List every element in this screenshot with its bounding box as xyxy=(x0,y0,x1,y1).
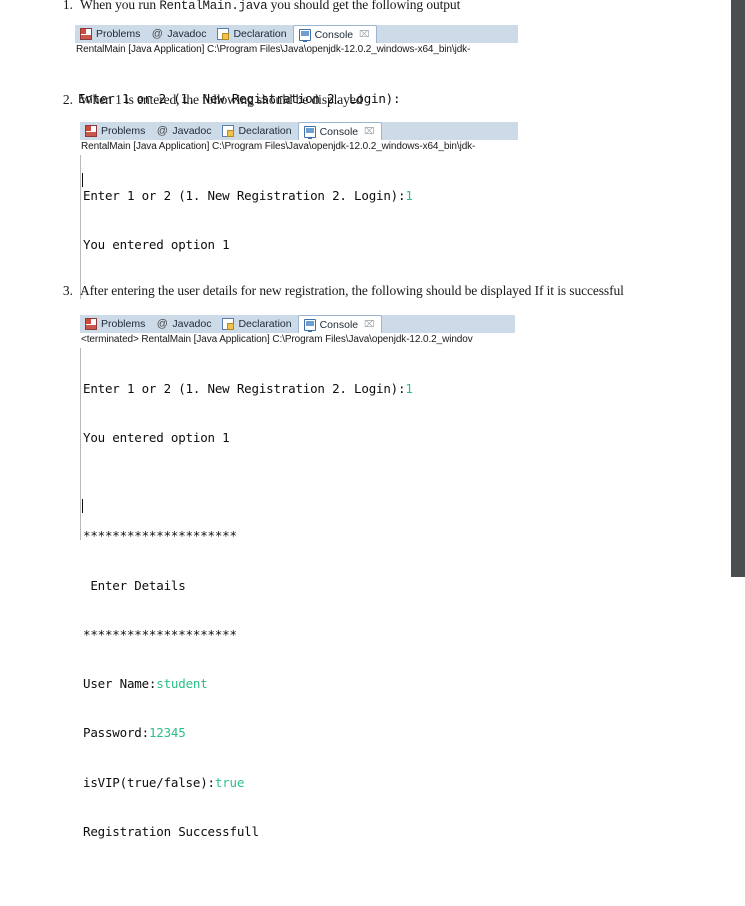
tab-problems-label: Problems xyxy=(101,125,146,137)
console-line: You entered option 1 xyxy=(83,237,518,253)
tab-console[interactable]: Console ⌧ xyxy=(292,25,377,43)
tabbar-filler xyxy=(382,315,516,333)
tab-declaration-label: Declaration xyxy=(233,28,287,40)
text-caret xyxy=(82,173,83,187)
close-icon[interactable]: ⌧ xyxy=(364,126,374,137)
console-line-input: 1 xyxy=(405,187,413,203)
console-line-input: true xyxy=(214,774,245,790)
console-line-input: student xyxy=(156,676,208,692)
console-line-text: Enter 1 or 2 (1. New Registration 2. Log… xyxy=(83,380,406,396)
console-line-input: 1 xyxy=(405,380,413,396)
console-line: You entered option 1 xyxy=(83,430,515,446)
tab-problems[interactable]: Problems xyxy=(80,122,151,140)
console-line-input: 12345 xyxy=(148,725,186,741)
tab-declaration-label: Declaration xyxy=(238,318,292,330)
step-1-text: When you run RentalMain.java you should … xyxy=(80,0,460,13)
console-icon xyxy=(303,125,316,139)
tab-javadoc-label: Javadoc xyxy=(172,318,212,330)
step-1-code: RentalMain.java xyxy=(159,0,268,13)
console-line: User Name:student xyxy=(83,676,515,692)
declaration-icon xyxy=(222,125,235,137)
problems-icon xyxy=(80,28,92,40)
close-icon[interactable]: ⌧ xyxy=(364,319,374,330)
step-1-number: 1. xyxy=(62,0,73,12)
console-line: Enter 1 or 2 (1. New Registration 2. Log… xyxy=(83,381,515,397)
console-line: ********************* xyxy=(83,627,515,643)
declaration-icon xyxy=(222,318,235,330)
console-line-text: You entered option 1 xyxy=(83,237,230,253)
console-panel-2: Problems @ Javadoc Declaration Console ⌧… xyxy=(80,122,518,498)
tab-declaration[interactable]: Declaration xyxy=(212,25,292,43)
console-line-text: ********************* xyxy=(83,528,237,544)
tab-javadoc[interactable]: @ Javadoc xyxy=(151,315,217,333)
console-tabbar-3: Problems @ Javadoc Declaration Console ⌧ xyxy=(80,315,515,333)
problems-icon xyxy=(85,125,97,137)
process-line-1: RentalMain [Java Application] C:\Program… xyxy=(76,44,471,55)
document-page: 1. When you run RentalMain.java you shou… xyxy=(0,0,731,839)
close-icon[interactable]: ⌧ xyxy=(359,29,369,40)
process-line-2: RentalMain [Java Application] C:\Program… xyxy=(81,141,476,152)
console-panel-1: Problems @ Javadoc Declaration Console ⌧… xyxy=(75,25,518,106)
console-tabbar-2: Problems @ Javadoc Declaration Console ⌧ xyxy=(80,122,518,140)
tab-javadoc-label: Javadoc xyxy=(167,28,207,40)
console-line-text: ********************* xyxy=(83,626,237,642)
javadoc-icon: @ xyxy=(156,125,168,137)
console-line-text: Enter Details xyxy=(83,577,186,593)
console-line: Registration Successfull xyxy=(83,824,515,840)
console-line: Enter Details xyxy=(83,578,515,594)
console-line: ********************* xyxy=(83,528,515,544)
console-line: isVIP(true/false):true xyxy=(83,775,515,791)
console-icon xyxy=(303,318,316,332)
tab-console-label: Console xyxy=(319,318,359,331)
console-left-rule xyxy=(80,155,81,299)
step-2-text: When 1 is entered, the following should … xyxy=(80,92,363,107)
console-output-3[interactable]: Enter 1 or 2 (1. New Registration 2. Log… xyxy=(80,348,515,839)
console-icon xyxy=(298,28,311,42)
problems-icon xyxy=(85,318,97,330)
console-line-text: isVIP(true/false): xyxy=(83,774,215,790)
tab-console-label: Console xyxy=(314,28,354,41)
tab-console[interactable]: Console ⌧ xyxy=(297,122,382,140)
console-output-1[interactable]: Enter 1 or 2 (1. New Registration 2. Log… xyxy=(75,58,518,106)
tab-console-label: Console xyxy=(319,125,359,138)
tab-javadoc[interactable]: @ Javadoc xyxy=(151,122,217,140)
tab-problems-label: Problems xyxy=(96,28,141,40)
step-3-number: 3. xyxy=(62,283,73,298)
right-gutter-strip xyxy=(731,0,745,577)
console-output-2[interactable]: Enter 1 or 2 (1. New Registration 2. Log… xyxy=(80,155,518,498)
step-1-text-after: you should get the following output xyxy=(267,0,461,12)
tabbar-filler xyxy=(382,122,519,140)
process-line-3: <terminated> RentalMain [Java Applicatio… xyxy=(81,334,473,345)
step-1-text-before: When you run xyxy=(80,0,160,12)
tab-javadoc-label: Javadoc xyxy=(172,125,212,137)
tab-problems[interactable]: Problems xyxy=(75,25,146,43)
console-left-rule xyxy=(80,348,81,540)
tab-declaration[interactable]: Declaration xyxy=(217,122,297,140)
javadoc-icon: @ xyxy=(151,28,163,40)
tab-console[interactable]: Console ⌧ xyxy=(297,315,382,333)
tabbar-filler xyxy=(377,25,519,43)
javadoc-icon: @ xyxy=(156,318,168,330)
text-caret xyxy=(82,499,83,513)
console-line-text: Password: xyxy=(83,725,149,741)
tab-declaration[interactable]: Declaration xyxy=(217,315,297,333)
tab-declaration-label: Declaration xyxy=(238,125,292,137)
console-line: Password:12345 xyxy=(83,725,515,741)
step-2-number: 2. xyxy=(62,92,73,107)
declaration-icon xyxy=(217,28,230,40)
tab-problems-label: Problems xyxy=(101,318,146,330)
console-line: Enter 1 or 2 (1. New Registration 2. Log… xyxy=(83,188,518,204)
console-panel-3: Problems @ Javadoc Declaration Console ⌧… xyxy=(80,315,515,839)
console-tabbar-1: Problems @ Javadoc Declaration Console ⌧ xyxy=(75,25,518,43)
console-line-text: You entered option 1 xyxy=(83,430,230,446)
tab-javadoc[interactable]: @ Javadoc xyxy=(146,25,212,43)
console-line-text: Enter 1 or 2 (1. New Registration 2. Log… xyxy=(83,187,406,203)
console-line-text: User Name: xyxy=(83,676,157,692)
step-3-text: After entering the user details for new … xyxy=(80,283,624,298)
tab-problems[interactable]: Problems xyxy=(80,315,151,333)
console-line-text: Registration Successfull xyxy=(83,823,259,839)
